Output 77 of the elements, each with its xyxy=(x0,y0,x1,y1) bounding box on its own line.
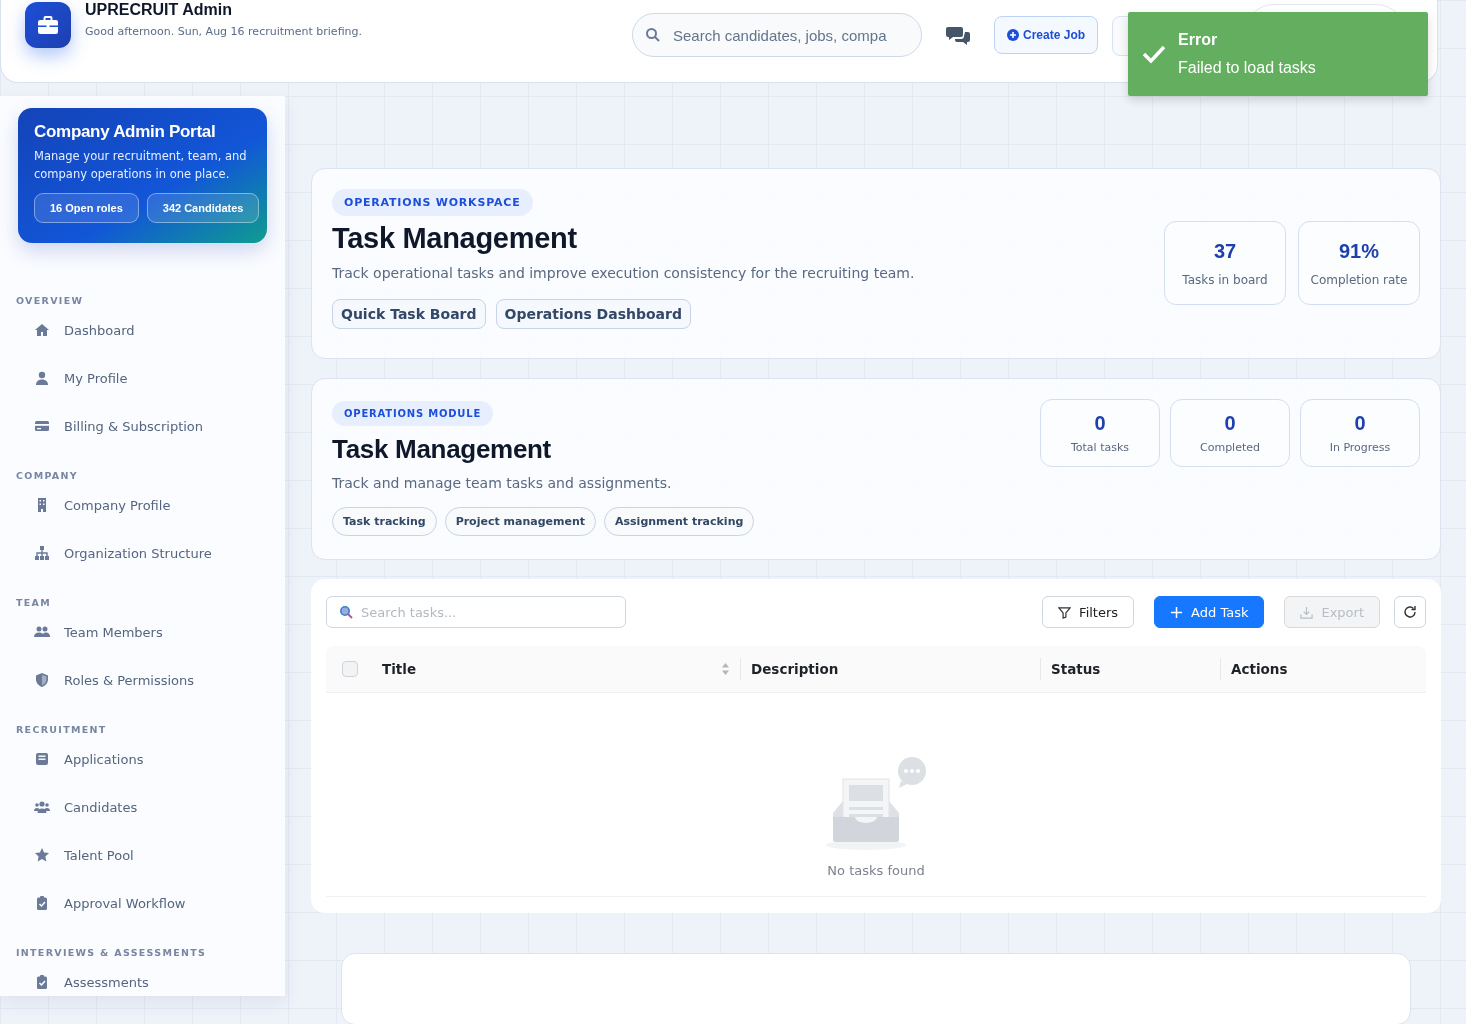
app-title: UPRECRUIT Admin xyxy=(85,1,233,19)
feature-tag: Assignment tracking xyxy=(604,507,755,536)
refresh-button[interactable] xyxy=(1394,596,1426,628)
task-search-field[interactable]: Search tasks... xyxy=(326,596,626,628)
stat-label: Total tasks xyxy=(1070,441,1130,454)
stat-value: 0 xyxy=(1354,412,1366,435)
sidebar-item[interactable]: Approval Workflow xyxy=(16,879,267,927)
refresh-icon xyxy=(1403,605,1417,619)
toast-message: Failed to load tasks xyxy=(1178,59,1316,77)
search-field[interactable]: Search candidates, jobs, compa xyxy=(632,13,922,57)
portal-badge: 16 Open roles xyxy=(34,193,139,223)
sidebar-item[interactable]: Roles & Permissions xyxy=(16,656,267,704)
clipboard-check-icon xyxy=(34,895,50,911)
stat-label: Tasks in board xyxy=(1182,272,1268,287)
stat-value: 37 xyxy=(1213,239,1237,263)
column-header: Description xyxy=(751,661,839,677)
sidebar-item[interactable]: My Profile xyxy=(16,354,267,402)
feature-tag: Project management xyxy=(444,507,596,536)
section-label: INTERVIEWS & ASSESSMENTS xyxy=(16,947,208,958)
column-header: Status xyxy=(1051,661,1101,677)
stat-label: Completion rate xyxy=(1310,272,1408,287)
stat-value: 0 xyxy=(1094,412,1106,435)
module-title: Task Management xyxy=(332,434,552,465)
briefcase-icon[interactable] xyxy=(25,2,71,48)
clipboard-check-icon xyxy=(34,974,50,990)
plus-icon xyxy=(1170,605,1184,619)
sidebar-item[interactable]: Company Profile xyxy=(16,481,267,529)
toast-title: Error xyxy=(1178,31,1219,49)
sidebar-item[interactable]: Dashboard xyxy=(16,306,267,354)
select-all-checkbox[interactable] xyxy=(342,661,358,677)
stat-label: In Progress xyxy=(1329,441,1391,454)
section-label: TEAM xyxy=(16,597,52,608)
download-icon xyxy=(1300,605,1314,619)
create-job-button[interactable]: Create Job xyxy=(994,16,1099,54)
users-icon xyxy=(34,624,50,640)
module-description: Track and manage team tasks and assignments. xyxy=(332,475,673,491)
filters-button[interactable]: Filters xyxy=(1042,596,1135,628)
page-title: Task Management xyxy=(332,222,578,255)
section-badge: OPERATIONS WORKSPACE xyxy=(332,189,533,216)
sidebar-item[interactable]: Candidates xyxy=(16,783,267,831)
sidebar-item[interactable]: Organization Structure xyxy=(16,529,267,577)
column-header[interactable]: Title xyxy=(382,661,417,677)
quick-link[interactable]: Operations Dashboard xyxy=(495,299,691,329)
sidebar-item[interactable]: Assessments xyxy=(16,958,267,1006)
column-header: Actions xyxy=(1231,661,1288,677)
section-label: COMPANY xyxy=(16,470,79,481)
section-label: OVERVIEW xyxy=(16,295,85,306)
sidebar-item[interactable]: Applications xyxy=(16,735,267,783)
filter-icon xyxy=(1058,605,1072,619)
greeting-text: Good afternoon. Sun, Aug 16 recruitment briefing. xyxy=(85,25,362,38)
stat-value: 0 xyxy=(1224,412,1236,435)
section-label: RECRUITMENT xyxy=(16,724,108,735)
portal-description: Manage your recruitment, team, and company operations in one place. xyxy=(34,148,248,183)
plus-circle-icon xyxy=(1007,29,1019,41)
hierarchy-icon xyxy=(34,545,50,561)
star-icon xyxy=(34,847,50,863)
section-badge: OPERATIONS MODULE xyxy=(332,401,494,426)
check-icon xyxy=(1142,44,1166,64)
stat-label: Completed xyxy=(1200,441,1260,454)
feature-tag: Task tracking xyxy=(332,507,437,536)
home-icon xyxy=(34,322,50,338)
user-icon xyxy=(34,370,50,386)
group-icon xyxy=(34,799,50,815)
sidebar-item[interactable]: Team Members xyxy=(16,608,267,656)
shield-icon xyxy=(34,672,50,688)
stat-value: 91% xyxy=(1339,239,1379,263)
sidebar-item[interactable]: Talent Pool xyxy=(16,831,267,879)
sidebar-item[interactable]: Billing & Subscription xyxy=(16,402,267,450)
card-icon xyxy=(34,418,50,434)
portal-badge: 342 Candidates xyxy=(146,193,260,223)
empty-message: No tasks found xyxy=(827,863,925,878)
add-task-button[interactable]: Add Task xyxy=(1154,596,1265,628)
inbox-icon xyxy=(34,751,50,767)
page-description: Track operational tasks and improve execution consistency for the recruiting team. xyxy=(332,265,915,281)
quick-link[interactable]: Quick Task Board xyxy=(332,299,486,329)
chat-icon[interactable] xyxy=(946,25,970,47)
portal-title: Company Admin Portal xyxy=(34,122,217,142)
